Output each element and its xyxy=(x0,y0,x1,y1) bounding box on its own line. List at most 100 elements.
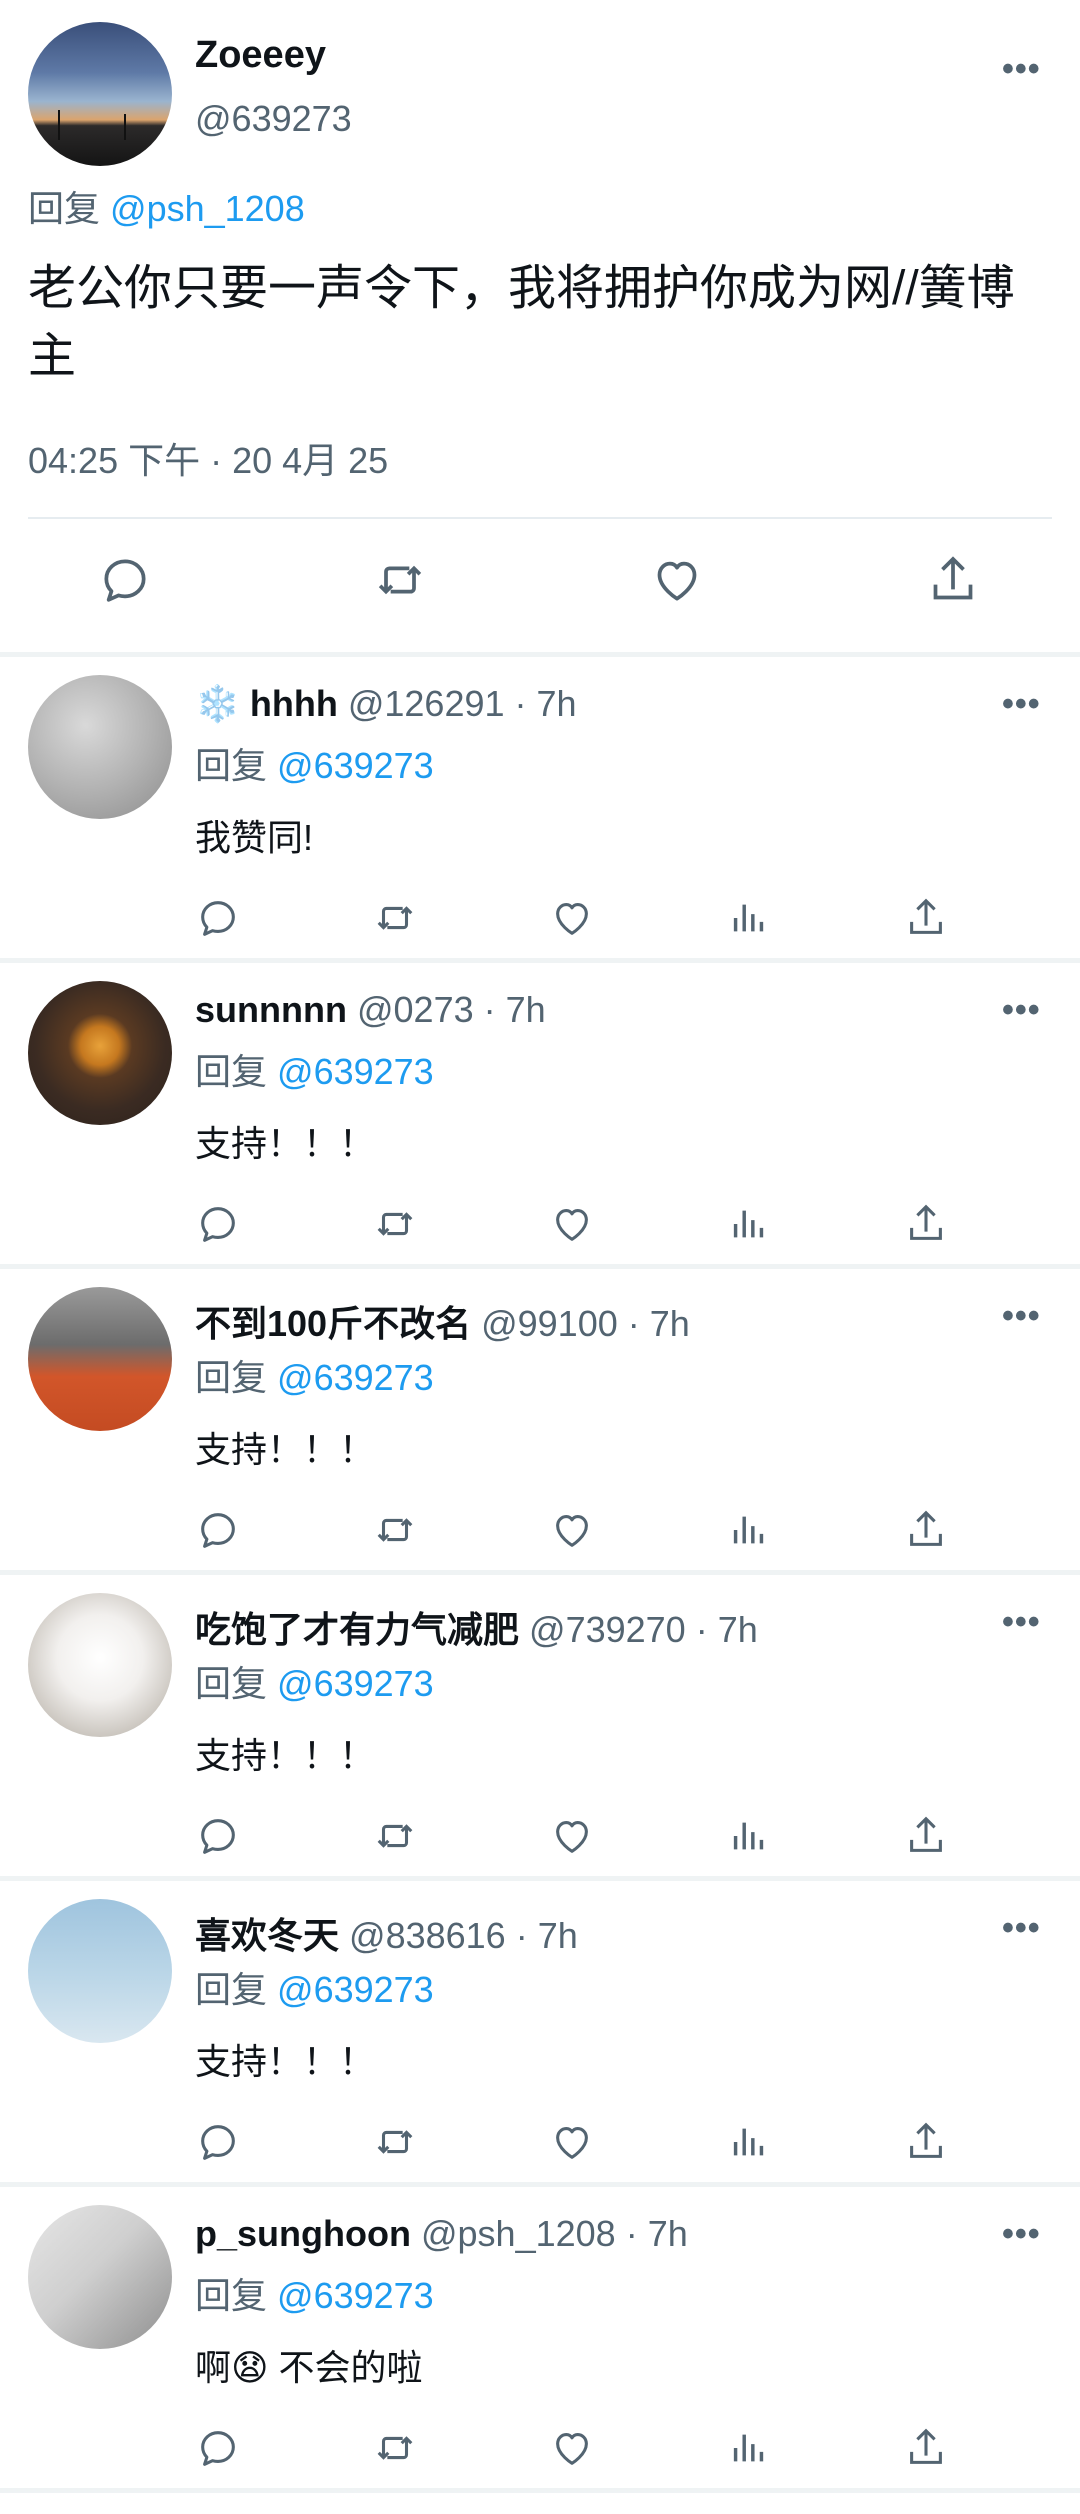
reply-to-link[interactable]: @639273 xyxy=(277,1663,434,1704)
reply-icon[interactable] xyxy=(97,552,153,608)
more-icon[interactable]: ••• xyxy=(1002,2215,1041,2254)
share-icon[interactable] xyxy=(903,2119,949,2165)
reply-text: 啊😧 不会的啦 xyxy=(195,2347,423,2388)
heart-icon[interactable] xyxy=(549,2425,595,2471)
avatar[interactable] xyxy=(28,1899,172,2043)
reply-text: 支持！！！ xyxy=(195,2041,376,2082)
reply-context: 回复 @639273 xyxy=(195,1655,434,1707)
views-icon[interactable] xyxy=(726,2425,772,2471)
reply-to-link[interactable]: @639273 xyxy=(277,1969,434,2010)
heart-icon[interactable] xyxy=(649,552,705,608)
author-name[interactable]: 不到100斤不改名 xyxy=(195,1303,471,1344)
reply-text: 支持！！！ xyxy=(195,1429,376,1470)
reply-icon[interactable] xyxy=(195,2119,241,2165)
reply-to-link[interactable]: @639273 xyxy=(277,2275,434,2316)
reply-context: 回复 @639273 xyxy=(195,737,434,789)
author-handle[interactable]: @639273 xyxy=(195,98,352,140)
reply-to-link[interactable]: @psh_1208 xyxy=(110,188,305,229)
author-handle[interactable]: @0273 xyxy=(357,989,474,1030)
reply-header: 不到100斤不改名 @99100 · 7h xyxy=(195,1295,690,1347)
retweet-icon[interactable] xyxy=(372,1813,418,1859)
author-handle[interactable]: @838616 xyxy=(349,1915,506,1956)
retweet-icon[interactable] xyxy=(372,2119,418,2165)
more-icon[interactable]: ••• xyxy=(1002,1603,1041,1642)
views-icon[interactable] xyxy=(726,2119,772,2165)
avatar[interactable] xyxy=(28,2205,172,2349)
author-handle[interactable]: @126291 xyxy=(348,683,505,724)
views-icon[interactable] xyxy=(726,1813,772,1859)
author-name[interactable]: Zoeeey xyxy=(195,34,326,77)
share-icon[interactable] xyxy=(903,895,949,941)
more-icon[interactable]: ••• xyxy=(1002,991,1041,1030)
author-name[interactable]: sunnnnn xyxy=(195,989,347,1030)
reply-text: 支持！！！ xyxy=(195,1123,376,1164)
retweet-icon[interactable] xyxy=(372,1201,418,1247)
reply-time: · 7h xyxy=(483,989,546,1030)
reply-tweet[interactable]: sunnnnn @0273 · 7h ••• 回复 @639273 支持！！！ xyxy=(0,963,1080,1264)
heart-icon[interactable] xyxy=(549,1201,595,1247)
more-icon[interactable]: ••• xyxy=(1002,1909,1041,1948)
reply-to-link[interactable]: @639273 xyxy=(277,1051,434,1092)
share-icon[interactable] xyxy=(903,1201,949,1247)
reply-prefix: 回复 xyxy=(195,1969,268,2010)
reply-to-link[interactable]: @639273 xyxy=(277,1357,434,1398)
reply-prefix: 回复 xyxy=(28,188,101,229)
tweet-timestamp[interactable]: 04:25 下午 · 20 4月 25 xyxy=(28,432,388,484)
reply-time: · 7h xyxy=(514,683,577,724)
share-icon[interactable] xyxy=(925,552,981,608)
retweet-icon[interactable] xyxy=(372,895,418,941)
more-icon[interactable]: ••• xyxy=(1002,1297,1041,1336)
author-handle[interactable]: @99100 xyxy=(481,1303,618,1344)
author-name[interactable]: 吃饱了才有力气减肥 xyxy=(195,1609,519,1650)
reply-icon[interactable] xyxy=(195,895,241,941)
views-icon[interactable] xyxy=(726,895,772,941)
heart-icon[interactable] xyxy=(549,1507,595,1553)
reply-prefix: 回复 xyxy=(195,1357,268,1398)
reply-tweet[interactable]: 吃饱了才有力气减肥 @739270 · 7h ••• 回复 @639273 支持… xyxy=(0,1575,1080,1876)
retweet-icon[interactable] xyxy=(372,2425,418,2471)
more-icon[interactable]: ••• xyxy=(1002,50,1041,89)
reply-context: 回复 @639273 xyxy=(195,1349,434,1401)
avatar[interactable] xyxy=(28,675,172,819)
heart-icon[interactable] xyxy=(549,2119,595,2165)
reply-header: 吃饱了才有力气减肥 @739270 · 7h xyxy=(195,1601,758,1653)
retweet-icon[interactable] xyxy=(372,1507,418,1553)
views-icon[interactable] xyxy=(726,1201,772,1247)
main-tweet: Zoeeey @639273 ••• 回复 @psh_1208 老公你只要一声令… xyxy=(0,0,1080,652)
reply-header: p_sunghoon @psh_1208 · 7h xyxy=(195,2213,688,2255)
reply-icon[interactable] xyxy=(195,2425,241,2471)
reply-to-link[interactable]: @639273 xyxy=(277,745,434,786)
reply-tweet[interactable]: ❄️ hhhh @126291 · 7h ••• 回复 @639273 我赞同! xyxy=(0,657,1080,958)
retweet-icon[interactable] xyxy=(372,552,428,608)
reply-time: · 7h xyxy=(695,1609,758,1650)
author-name[interactable]: hhhh xyxy=(250,683,338,724)
reply-context: 回复 @639273 xyxy=(195,2267,434,2319)
heart-icon[interactable] xyxy=(549,895,595,941)
reply-tweet[interactable]: p_sunghoon @psh_1208 · 7h ••• 回复 @639273… xyxy=(0,2187,1080,2488)
author-handle[interactable]: @psh_1208 xyxy=(421,2213,616,2254)
share-icon[interactable] xyxy=(903,2425,949,2471)
reply-context: 回复 @639273 xyxy=(195,1961,434,2013)
reply-time: · 7h xyxy=(515,1915,578,1956)
avatar[interactable] xyxy=(28,1287,172,1431)
heart-icon[interactable] xyxy=(549,1813,595,1859)
reply-icon[interactable] xyxy=(195,1201,241,1247)
reply-header: ❄️ hhhh @126291 · 7h xyxy=(195,683,577,725)
reply-tweet[interactable]: 不到100斤不改名 @99100 · 7h ••• 回复 @639273 支持！… xyxy=(0,1269,1080,1570)
reply-icon[interactable] xyxy=(195,1507,241,1553)
avatar[interactable] xyxy=(28,1593,172,1737)
avatar[interactable] xyxy=(28,981,172,1125)
reply-tweet[interactable]: 喜欢冬天 @838616 · 7h ••• 回复 @639273 支持！！！ xyxy=(0,1881,1080,2182)
author-name[interactable]: p_sunghoon xyxy=(195,2213,411,2254)
share-icon[interactable] xyxy=(903,1507,949,1553)
author-handle[interactable]: @739270 xyxy=(529,1609,686,1650)
author-name[interactable]: 喜欢冬天 xyxy=(195,1915,339,1956)
share-icon[interactable] xyxy=(903,1813,949,1859)
reply-context: 回复 @psh_1208 xyxy=(28,180,305,232)
reply-icon[interactable] xyxy=(195,1813,241,1859)
reply-prefix: 回复 xyxy=(195,745,268,786)
views-icon[interactable] xyxy=(726,1507,772,1553)
more-icon[interactable]: ••• xyxy=(1002,685,1041,724)
avatar[interactable] xyxy=(28,22,172,166)
name-prefix-icon: ❄️ xyxy=(195,683,240,724)
